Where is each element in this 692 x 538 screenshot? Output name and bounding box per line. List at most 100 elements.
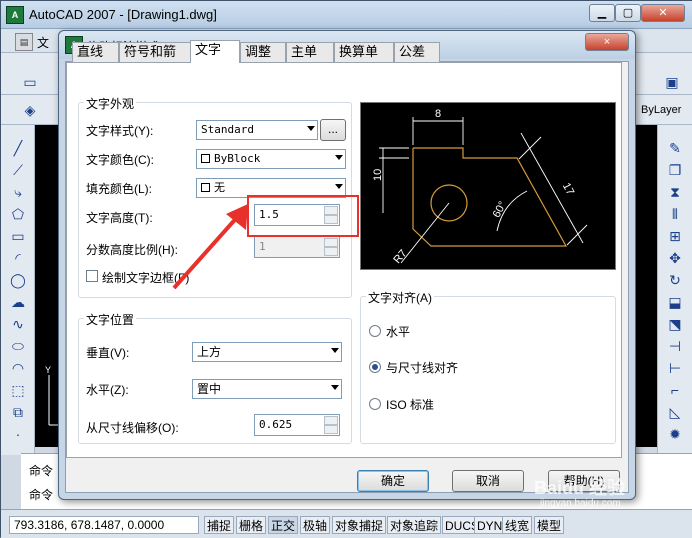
tab-lines[interactable]: 直线 <box>72 42 119 62</box>
align-dimline-label: 与尺寸线对齐 <box>386 361 459 375</box>
make-block-icon[interactable]: ⧉ <box>9 403 27 421</box>
draw-toolbar: ╱ ⟋ ⤷ ⬠ ▭ ◜ ◯ ☁ ∿ ⬭ ◠ ⬚ ⧉ · <box>1 125 35 455</box>
align-iso-radio[interactable] <box>369 398 381 410</box>
ellipse-arc-icon[interactable]: ◠ <box>9 359 27 377</box>
tab-text[interactable]: 文字 <box>190 40 240 63</box>
point-icon[interactable]: · <box>9 425 27 443</box>
minimize-icon[interactable]: ▁ <box>589 4 615 22</box>
tab-primary-units[interactable]: 主单位 <box>286 42 334 77</box>
tab-tolerances[interactable]: 公差 <box>394 42 440 62</box>
toggle-model[interactable]: 模型 <box>534 516 565 534</box>
array-icon[interactable]: ⊞ <box>666 227 684 245</box>
vertical-select[interactable]: 上方 <box>192 342 342 362</box>
watermark-url: jingyan.baidu.com <box>540 498 621 509</box>
color-swatch-icon <box>201 154 210 163</box>
toggle-grid[interactable]: 栅格 <box>236 516 267 534</box>
horizontal-select[interactable]: 置中 <box>192 379 342 399</box>
preview-dim-left: 10 <box>372 169 384 181</box>
watermark-logo: Baidu 经验 <box>534 478 626 498</box>
polyline-icon[interactable]: ⤷ <box>9 183 27 201</box>
highlight-box <box>247 195 359 237</box>
insert-block-icon[interactable]: ⬚ <box>9 381 27 399</box>
command-line-1: 命令 <box>29 464 54 478</box>
menu-file[interactable]: 文 <box>37 34 49 51</box>
toggle-lwt[interactable]: 线宽 <box>502 516 533 534</box>
text-style-select[interactable]: Standard <box>196 120 318 140</box>
construction-line-icon[interactable]: ⟋ <box>9 161 27 179</box>
break-icon[interactable]: ⌐ <box>666 381 684 399</box>
tab-fit[interactable]: 调整 <box>240 42 286 62</box>
linetype-label[interactable]: ByLayer <box>641 104 681 116</box>
cancel-button[interactable]: 取消 <box>452 470 524 492</box>
toggle-polar[interactable]: 极轴 <box>300 516 331 534</box>
draw-frame-checkbox[interactable] <box>86 270 98 282</box>
align-horizontal-radio[interactable] <box>369 325 381 337</box>
text-color-label: 文字颜色(C): <box>86 153 154 167</box>
text-style-label: 文字样式(Y): <box>86 124 154 138</box>
text-appearance-label: 文字外观 <box>84 95 137 112</box>
extend-icon[interactable]: ⊢ <box>666 359 684 377</box>
trim-icon[interactable]: ⊣ <box>666 337 684 355</box>
offset-value: 0.625 <box>259 418 293 431</box>
text-color-value: ByBlock <box>214 152 261 165</box>
text-color-select[interactable]: ByBlock <box>196 149 346 169</box>
spin-up-icon <box>324 238 338 247</box>
preview-drawing: 8 10 17 60° R7 <box>372 108 588 266</box>
new-file-icon[interactable]: ▭ <box>21 73 39 91</box>
copy-icon[interactable]: ❐ <box>666 161 684 179</box>
app-close-icon[interactable]: ✕ <box>641 4 685 22</box>
document-icon[interactable]: ▤ <box>15 33 33 51</box>
scale-icon[interactable]: ⬓ <box>666 293 684 311</box>
text-alignment-label: 文字对齐(A) <box>366 289 434 306</box>
toggle-ortho[interactable]: 正交 <box>268 516 299 534</box>
arc-icon[interactable]: ◜ <box>9 249 27 267</box>
dialog-close-icon[interactable]: × <box>585 33 629 51</box>
vertical-value: 上方 <box>197 345 222 359</box>
command-line-2: 命令 <box>29 488 54 502</box>
preview-dim-angle: 60° <box>491 199 509 219</box>
offset-icon[interactable]: ⫴ <box>666 205 684 223</box>
vertical-label: 垂直(V): <box>86 346 130 360</box>
align-iso-label: ISO 标准 <box>386 398 435 412</box>
toggle-otrack[interactable]: 对象追踪 <box>387 516 442 534</box>
spin-up-icon[interactable] <box>324 416 338 425</box>
rectangle-icon[interactable]: ▭ <box>9 227 27 245</box>
chevron-down-icon <box>335 155 343 160</box>
ellipse-icon[interactable]: ⬭ <box>9 337 27 355</box>
circle-icon[interactable]: ◯ <box>9 271 27 289</box>
fill-color-value: 无 <box>214 181 225 194</box>
tab-symbols-arrows[interactable]: 符号和箭头 <box>119 42 191 77</box>
erase-icon[interactable]: ✎ <box>666 139 684 157</box>
annotation-arrow-icon <box>172 204 248 290</box>
text-style-value: Standard <box>201 123 254 136</box>
ok-button[interactable]: 确定 <box>357 470 429 492</box>
line-icon[interactable]: ╱ <box>9 139 27 157</box>
offset-spinner[interactable]: 0.625 <box>254 414 340 436</box>
toggle-osnap[interactable]: 对象捕捉 <box>332 516 387 534</box>
stretch-icon[interactable]: ⬔ <box>666 315 684 333</box>
explode-icon[interactable]: ✹ <box>666 425 684 443</box>
spin-down-icon[interactable] <box>324 425 338 434</box>
maximize-icon[interactable]: ▢ <box>615 4 641 22</box>
modify-toolbar: ✎ ❐ ⧗ ⫴ ⊞ ✥ ↻ ⬓ ⬔ ⊣ ⊢ ⌐ ◺ ✹ <box>657 125 692 455</box>
preview-dim-radius: R7 <box>391 248 409 266</box>
toggle-snap[interactable]: 捕捉 <box>204 516 235 534</box>
align-horizontal-label: 水平 <box>386 325 411 339</box>
align-dimline-radio[interactable] <box>369 361 381 373</box>
rotate-icon[interactable]: ↻ <box>666 271 684 289</box>
text-style-browse-button[interactable]: ... <box>320 119 346 141</box>
toggle-dyn[interactable]: DYN <box>474 516 506 534</box>
layers-icon[interactable]: ◈ <box>21 101 39 119</box>
spline-icon[interactable]: ∿ <box>9 315 27 333</box>
move-icon[interactable]: ✥ <box>666 249 684 267</box>
toolbar-right-icon[interactable]: ▣ <box>663 73 681 91</box>
polygon-icon[interactable]: ⬠ <box>9 205 27 223</box>
revcloud-icon[interactable]: ☁ <box>9 293 27 311</box>
horizontal-value: 置中 <box>197 382 222 396</box>
fraction-height-spinner: 1 <box>254 236 340 258</box>
tab-alternate-units[interactable]: 换算单位 <box>334 42 394 77</box>
mirror-icon[interactable]: ⧗ <box>666 183 684 201</box>
preview-pane: 8 10 17 60° R7 <box>360 102 616 270</box>
app-title: AutoCAD 2007 - [Drawing1.dwg] <box>29 7 217 22</box>
chamfer-icon[interactable]: ◺ <box>666 403 684 421</box>
